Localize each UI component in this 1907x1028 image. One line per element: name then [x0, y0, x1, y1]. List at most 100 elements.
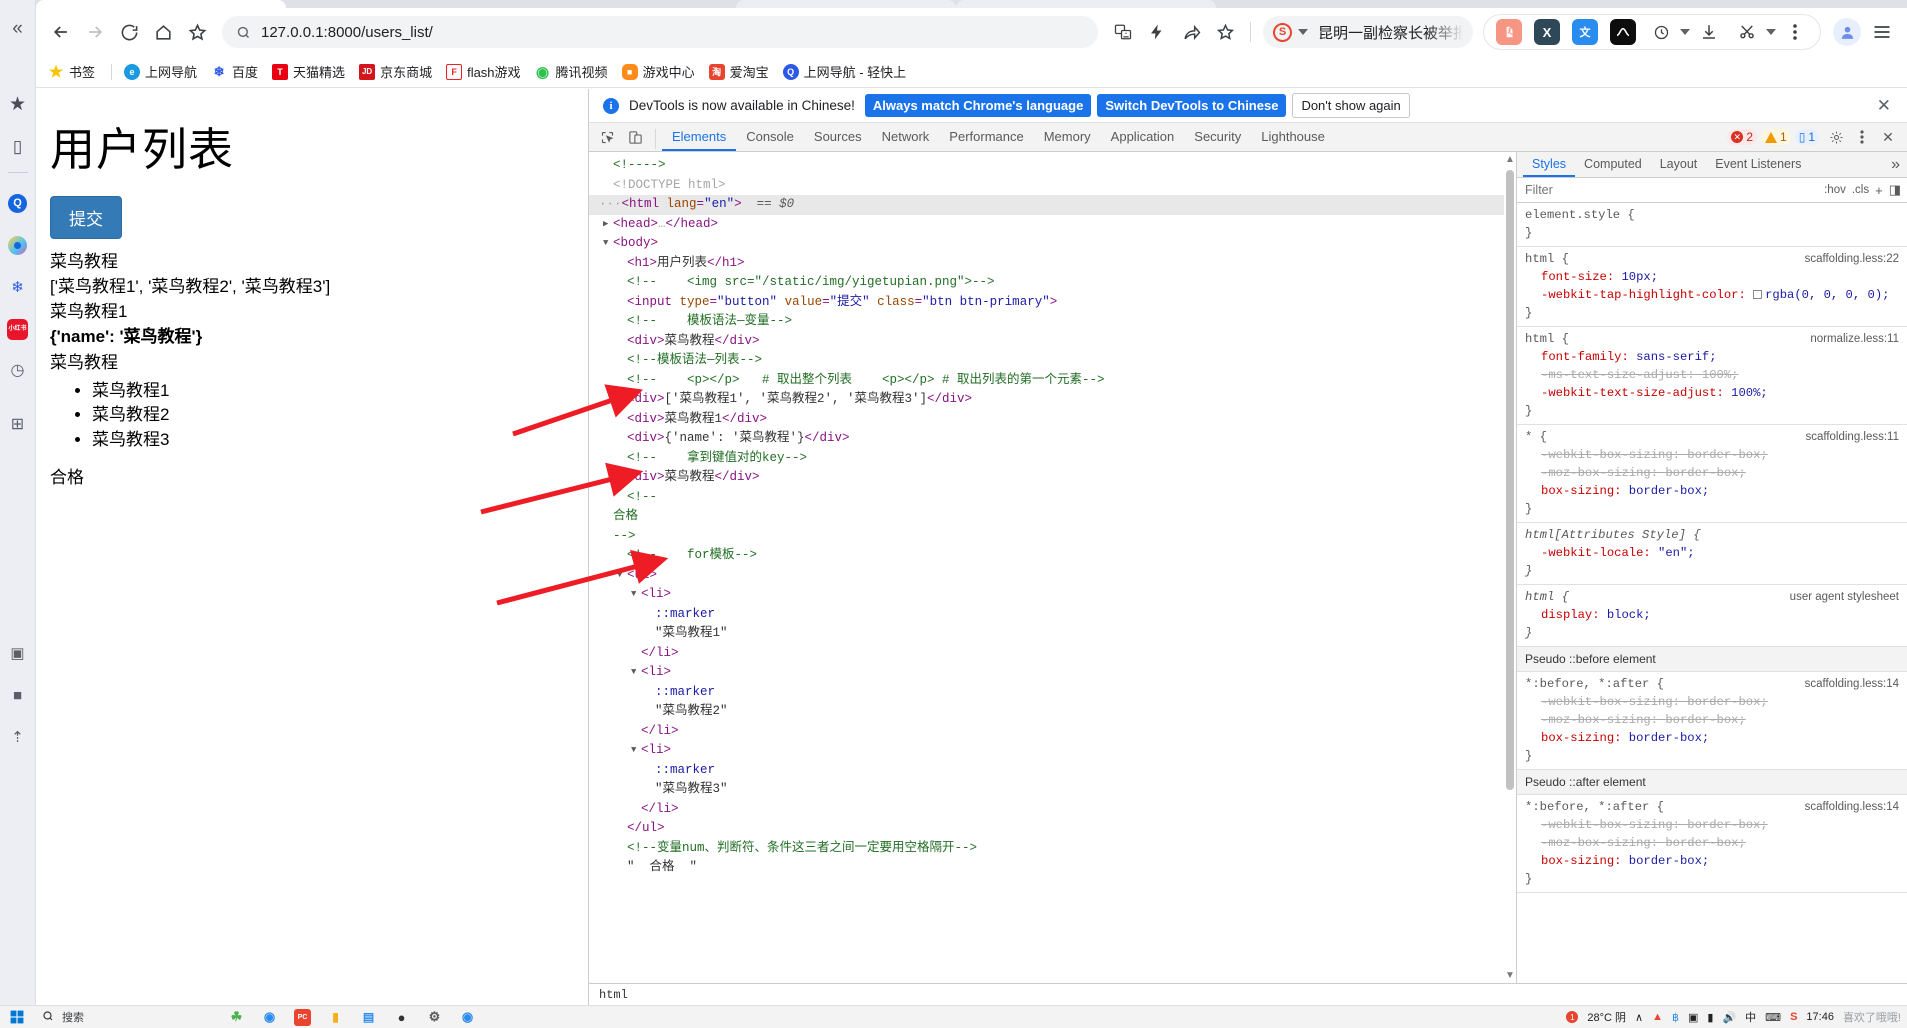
xiaohongshu-icon[interactable]: 小红书	[4, 315, 32, 343]
close-icon[interactable]: ✕	[1869, 96, 1899, 116]
dom-node-row[interactable]: ▼ <li>	[589, 585, 1516, 605]
style-rule[interactable]: scaffolding.less:14 *:before, *:after {-w…	[1517, 672, 1907, 770]
bookmark-tencent-video[interactable]: ◉ 腾讯视频	[535, 62, 608, 81]
dom-tree-pane[interactable]: <!----> <!DOCTYPE html> ···<html lang="en"…	[589, 152, 1517, 983]
style-rule[interactable]: html[Attributes Style] {-webkit-locale: …	[1517, 523, 1907, 585]
notification-badge[interactable]: 1	[1566, 1011, 1579, 1023]
dom-node-row[interactable]: ▼ <li>	[589, 663, 1516, 683]
style-rule[interactable]: scaffolding.less:11 * {-webkit-box-sizing…	[1517, 425, 1907, 523]
switch-devtools-language-button[interactable]: Switch DevTools to Chinese	[1097, 94, 1287, 117]
tab-computed[interactable]: Computed	[1575, 152, 1651, 177]
tray-bluetooth-icon[interactable]: ฿	[1672, 1011, 1679, 1024]
tray-up-arrow-icon[interactable]: ∧	[1635, 1011, 1643, 1024]
tab-application[interactable]: Application	[1101, 123, 1185, 151]
dom-scrollbar[interactable]: ▲ ▼	[1504, 152, 1516, 983]
dom-node-row[interactable]: "菜鸟教程3"	[589, 780, 1516, 800]
pdf-extension-icon[interactable]	[1496, 19, 1522, 45]
dom-node-row[interactable]: ::marker	[589, 683, 1516, 703]
scroll-down-arrow-icon[interactable]: ▼	[1505, 970, 1515, 981]
tray-keyboard-icon[interactable]: ⌨	[1765, 1011, 1781, 1024]
three-dots-icon[interactable]	[1782, 19, 1808, 45]
tab-network[interactable]: Network	[872, 123, 940, 151]
style-declaration[interactable]: -ms-text-size-adjust: 100%;	[1525, 366, 1899, 384]
dom-node-row[interactable]: -->	[589, 527, 1516, 547]
tray-volume-icon[interactable]: 🔊	[1722, 1011, 1736, 1024]
home-icon[interactable]	[146, 15, 180, 49]
style-declaration[interactable]: -webkit-box-sizing: border-box;	[1525, 693, 1899, 711]
dom-node-row[interactable]: <!-- 拿到键值对的key-->	[589, 449, 1516, 469]
bookmark-shuqian[interactable]: ★ 书签	[48, 62, 95, 81]
device-toolbar-icon[interactable]	[621, 123, 649, 151]
sogou-search-chip[interactable]: S 昆明一副检察长被举报包养	[1263, 16, 1473, 48]
scissors-chevron-down-icon[interactable]	[1766, 29, 1776, 35]
back-arrow-icon[interactable]	[44, 15, 78, 49]
gear-icon[interactable]	[1823, 125, 1849, 149]
status-badge-messages[interactable]: ▯ 1	[1794, 129, 1819, 145]
dom-node-row[interactable]: <!--	[589, 488, 1516, 508]
style-rule-origin[interactable]: normalize.less:11	[1810, 330, 1899, 348]
style-rule-origin[interactable]: scaffolding.less:14	[1805, 675, 1899, 693]
clock-icon[interactable]: ◷	[4, 357, 32, 385]
hov-toggle[interactable]: :hov	[1824, 184, 1846, 196]
tab-lighthouse[interactable]: Lighthouse	[1251, 123, 1335, 151]
status-badge-warnings[interactable]: 1	[1761, 129, 1791, 145]
style-declaration[interactable]: -webkit-text-size-adjust: 100%;	[1525, 384, 1899, 402]
cls-toggle[interactable]: .cls	[1852, 184, 1869, 196]
style-declaration[interactable]: -moz-box-sizing: border-box;	[1525, 464, 1899, 482]
style-rule[interactable]: user agent stylesheet html {display: bloc…	[1517, 585, 1907, 647]
dom-node-row[interactable]: <!-- <img src="/static/img/yigetupian.pn…	[589, 273, 1516, 293]
style-rule[interactable]: scaffolding.less:14 *:before, *:after {-w…	[1517, 795, 1907, 893]
dom-node-row[interactable]: "菜鸟教程1"	[589, 624, 1516, 644]
expand-triangle-right-icon[interactable]: ▶	[603, 215, 608, 235]
taskbar-search-box[interactable]: 搜索	[34, 1008, 214, 1027]
dom-node-row[interactable]: </li>	[589, 800, 1516, 820]
dom-node-row[interactable]: <div>['菜鸟教程1', '菜鸟教程2', '菜鸟教程3']</div>	[589, 390, 1516, 410]
taskbar-pc-icon[interactable]: PC	[294, 1008, 311, 1026]
tab-ghost-3[interactable]	[956, 0, 1216, 8]
reload-icon[interactable]	[112, 15, 146, 49]
toggle-sidebar-icon[interactable]: ◨	[1889, 182, 1901, 198]
avatar[interactable]	[1833, 18, 1861, 46]
style-declaration[interactable]: -webkit-box-sizing: border-box;	[1525, 446, 1899, 464]
dom-node-row[interactable]: <!---->	[589, 156, 1516, 176]
folder-icon[interactable]: ▯	[4, 132, 32, 160]
taskbar-media-icon[interactable]: ●	[393, 1009, 410, 1026]
scrollbar-thumb[interactable]	[1506, 170, 1514, 790]
bookmark-qq-navigation[interactable]: Q 上网导航 - 轻快上	[782, 62, 906, 81]
tab-security[interactable]: Security	[1184, 123, 1251, 151]
style-declaration[interactable]: box-sizing: border-box;	[1525, 852, 1899, 870]
dom-node-row[interactable]: ···<html lang="en"> == $0	[589, 195, 1516, 215]
tray-monitor-icon[interactable]: ▣	[1688, 1011, 1698, 1024]
status-badge-errors[interactable]: ✕ 2	[1727, 129, 1758, 145]
grid-add-icon[interactable]: ⊞	[4, 411, 32, 439]
taskbar-chrome-icon[interactable]: ◉	[459, 1009, 476, 1026]
expand-triangle-down-icon[interactable]: ▼	[631, 585, 636, 605]
expand-triangle-down-icon[interactable]: ▼	[631, 741, 636, 761]
lightning-icon[interactable]	[1140, 15, 1174, 49]
download-icon[interactable]	[1696, 19, 1722, 45]
bookmark-baidu[interactable]: ❄ 百度	[211, 62, 258, 81]
tab-sources[interactable]: Sources	[804, 123, 872, 151]
tab-console[interactable]: Console	[736, 123, 804, 151]
taskbar-store-icon[interactable]: ▤	[360, 1009, 377, 1026]
dom-node-row[interactable]: </li>	[589, 644, 1516, 664]
tab-styles[interactable]: Styles	[1523, 152, 1576, 177]
star-icon[interactable]	[180, 15, 214, 49]
share-icon[interactable]	[1174, 15, 1208, 49]
music-icon[interactable]	[4, 231, 32, 259]
style-declaration[interactable]: -moz-box-sizing: border-box;	[1525, 711, 1899, 729]
inspect-element-icon[interactable]	[593, 123, 621, 151]
bookmark-shangwangdaohang[interactable]: e 上网导航	[124, 62, 197, 81]
dom-node-row[interactable]: </li>	[589, 722, 1516, 742]
style-declaration[interactable]: -webkit-tap-highlight-color: rgba(0, 0, …	[1525, 286, 1899, 304]
three-dots-icon[interactable]	[1849, 125, 1875, 149]
pin-icon[interactable]: ⇡	[4, 723, 32, 751]
color-swatch[interactable]	[1753, 290, 1763, 300]
always-match-language-button[interactable]: Always match Chrome's language	[864, 94, 1092, 117]
favorites-star-icon[interactable]: ★	[4, 90, 32, 118]
dom-node-row[interactable]: </ul>	[589, 819, 1516, 839]
tab-elements[interactable]: Elements	[662, 123, 737, 151]
style-rule-origin[interactable]: scaffolding.less:22	[1805, 250, 1899, 268]
dom-node-row[interactable]: <div>菜鸟教程</div>	[589, 332, 1516, 352]
x-extension-icon[interactable]: X	[1534, 19, 1560, 45]
